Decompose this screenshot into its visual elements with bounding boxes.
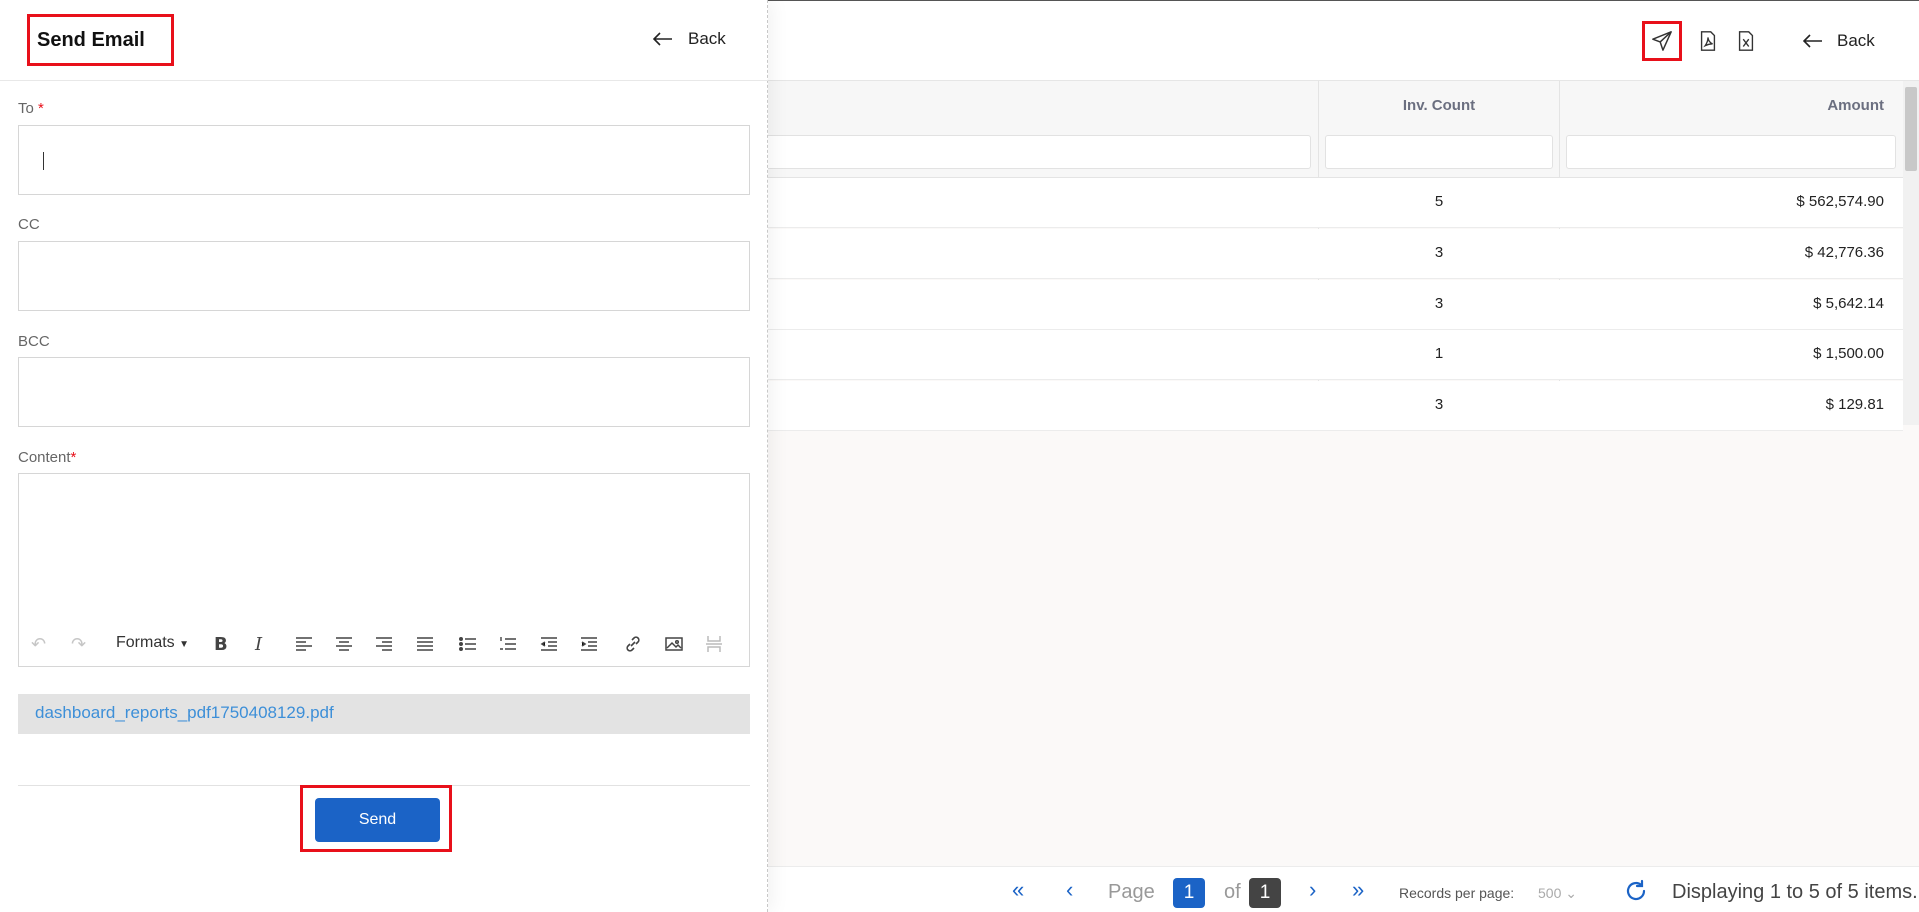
column-header-inv-count[interactable]: Inv. Count	[1319, 97, 1559, 114]
link-icon[interactable]	[624, 632, 642, 656]
current-page[interactable]: 1	[1173, 878, 1205, 908]
content-editor[interactable]: ↶ ↷ Formats ▼ B I	[18, 473, 750, 667]
send-button[interactable]: Send	[315, 798, 440, 842]
formats-label: Formats	[116, 634, 175, 651]
arrow-left-icon	[653, 32, 672, 46]
first-page-icon[interactable]: «	[1012, 879, 1024, 901]
pdf-icon	[1700, 31, 1716, 51]
last-page-icon[interactable]: »	[1352, 879, 1364, 901]
cc-field[interactable]	[18, 241, 750, 311]
required-mark: *	[70, 449, 77, 466]
cc-field-label: CC	[18, 216, 40, 233]
send-email-button[interactable]	[1642, 21, 1682, 61]
italic-button[interactable]: I	[255, 632, 262, 656]
numbered-list-icon[interactable]	[499, 632, 517, 656]
panel-header: Send Email Back	[0, 0, 768, 81]
cell-inv-count: 3	[1434, 295, 1444, 312]
page-break-icon[interactable]	[705, 632, 723, 656]
send-email-panel: Send Email Back To * CC BCC Content* ↶ ↷…	[0, 0, 768, 912]
outdent-icon[interactable]	[540, 632, 558, 656]
filter-input-inv-count[interactable]	[1325, 135, 1553, 169]
cell-amount: $ 42,776.36	[1804, 244, 1884, 261]
align-center-icon[interactable]	[335, 632, 353, 656]
column-header-amount[interactable]: Amount	[1584, 97, 1884, 114]
caret-down-icon: ▼	[179, 639, 190, 650]
to-field[interactable]	[18, 125, 750, 195]
indent-icon[interactable]	[580, 632, 598, 656]
export-pdf-button[interactable]	[1691, 24, 1725, 58]
panel-back-label: Back	[688, 29, 726, 48]
cell-inv-count: 3	[1434, 244, 1444, 261]
panel-back-button[interactable]: Back	[653, 25, 726, 53]
cell-amount: $ 1,500.00	[1813, 345, 1884, 362]
display-count-text: Displaying 1 to 5 of 5 items.	[1672, 881, 1918, 903]
excel-icon	[1738, 31, 1754, 51]
cell-amount: $ 129.81	[1825, 396, 1884, 413]
refresh-icon[interactable]	[1624, 879, 1648, 903]
undo-icon[interactable]: ↶	[31, 632, 46, 656]
content-field-label: Content*	[18, 449, 76, 466]
editor-toolbar: ↶ ↷ Formats ▼ B I	[19, 622, 749, 666]
arrow-left-icon	[1803, 34, 1822, 48]
content-label-text: Content	[18, 449, 71, 466]
bullet-list-icon[interactable]	[459, 632, 477, 656]
filter-input-amount[interactable]	[1566, 135, 1896, 169]
report-back-button[interactable]: Back	[1803, 27, 1875, 55]
to-field-label: To *	[18, 100, 44, 117]
records-per-page-select[interactable]: 500 ⌄	[1538, 885, 1577, 902]
cell-inv-count: 1	[1434, 345, 1444, 362]
send-button-highlight: Send	[300, 785, 452, 852]
send-icon	[1652, 31, 1672, 51]
redo-icon[interactable]: ↷	[71, 632, 86, 656]
attachment-link[interactable]: dashboard_reports_pdf1750408129.pdf	[18, 694, 750, 734]
bold-button[interactable]: B	[214, 632, 228, 656]
to-label-text: To	[18, 100, 34, 117]
panel-title: Send Email	[27, 14, 174, 66]
bcc-field-label: BCC	[18, 333, 50, 350]
text-caret	[43, 152, 44, 170]
image-icon[interactable]	[665, 632, 683, 656]
records-per-page-label: Records per page:	[1399, 885, 1515, 901]
cell-inv-count: 5	[1434, 193, 1444, 210]
bcc-field[interactable]	[18, 357, 750, 427]
page-label: Page	[1108, 881, 1155, 903]
chevron-down-icon: ⌄	[1565, 885, 1577, 901]
required-mark: *	[38, 100, 44, 117]
next-page-icon[interactable]: ›	[1309, 879, 1316, 901]
of-label: of	[1224, 881, 1241, 903]
cell-amount: $ 5,642.14	[1813, 295, 1884, 312]
align-justify-icon[interactable]	[416, 632, 434, 656]
cell-inv-count: 3	[1434, 396, 1444, 413]
report-back-label: Back	[1837, 31, 1875, 50]
export-excel-button[interactable]	[1729, 24, 1763, 58]
cell-amount: $ 562,574.90	[1796, 193, 1884, 210]
filter-input-name[interactable]	[760, 135, 1311, 169]
align-left-icon[interactable]	[295, 632, 313, 656]
records-per-page-value: 500	[1538, 885, 1562, 901]
grid-scrollbar-thumb[interactable]	[1905, 87, 1917, 171]
align-right-icon[interactable]	[375, 632, 393, 656]
formats-dropdown[interactable]: Formats ▼	[116, 634, 189, 652]
total-pages: 1	[1249, 878, 1281, 908]
prev-page-icon[interactable]: ‹	[1066, 879, 1073, 901]
